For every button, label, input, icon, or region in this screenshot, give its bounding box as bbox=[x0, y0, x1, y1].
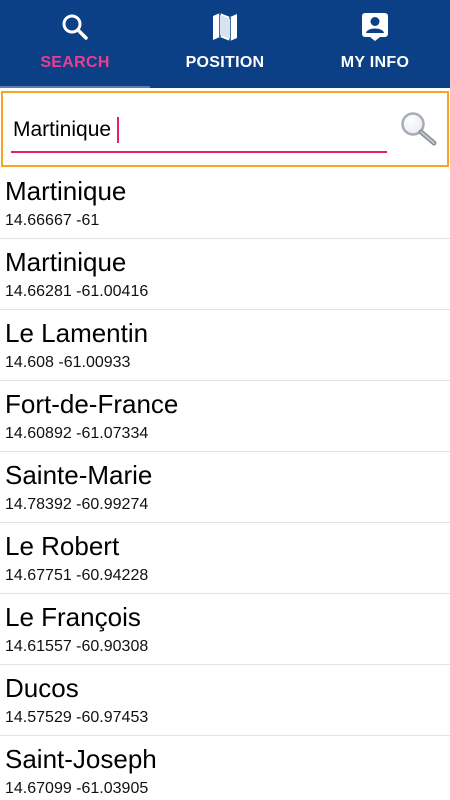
list-item[interactable]: Sainte-Marie 14.78392 -60.99274 bbox=[0, 452, 450, 523]
results-list: Martinique 14.66667 -61 Martinique 14.66… bbox=[0, 168, 450, 800]
place-name: Martinique bbox=[5, 247, 127, 277]
list-item[interactable]: Martinique 14.66281 -61.00416 bbox=[0, 239, 450, 310]
place-coordinates: 14.66667 -61 bbox=[5, 212, 100, 229]
top-tab-bar: SEARCH POSITION MY INFO bbox=[0, 0, 450, 88]
app-root: SEARCH POSITION MY INFO Martinique Marti… bbox=[0, 0, 450, 800]
place-name: Sainte-Marie bbox=[5, 460, 153, 490]
tab-search-label: SEARCH bbox=[40, 54, 110, 71]
search-panel: Martinique bbox=[1, 91, 449, 167]
tab-my-info-label: MY INFO bbox=[340, 54, 410, 71]
place-name: Le François bbox=[5, 602, 141, 632]
place-name: Ducos bbox=[5, 673, 79, 703]
tab-position[interactable]: POSITION bbox=[150, 0, 300, 88]
list-item[interactable]: Ducos 14.57529 -60.97453 bbox=[0, 665, 450, 736]
list-item[interactable]: Le Robert 14.67751 -60.94228 bbox=[0, 523, 450, 594]
tab-position-label: POSITION bbox=[185, 54, 265, 71]
list-item[interactable]: Martinique 14.66667 -61 bbox=[0, 168, 450, 239]
place-name: Saint-Joseph bbox=[5, 744, 157, 774]
place-coordinates: 14.608 -61.00933 bbox=[5, 354, 131, 371]
tab-search[interactable]: SEARCH bbox=[0, 0, 150, 88]
place-coordinates: 14.78392 -60.99274 bbox=[5, 496, 149, 513]
place-name: Fort-de-France bbox=[5, 389, 179, 419]
place-coordinates: 14.67751 -60.94228 bbox=[5, 567, 149, 584]
magnifier-icon bbox=[401, 112, 437, 146]
list-item[interactable]: Le Lamentin 14.608 -61.00933 bbox=[0, 310, 450, 381]
text-caret bbox=[117, 117, 120, 143]
place-name: Martinique bbox=[5, 176, 127, 206]
search-input[interactable]: Martinique bbox=[11, 109, 387, 153]
place-coordinates: 14.60892 -61.07334 bbox=[5, 425, 149, 442]
tab-my-info[interactable]: MY INFO bbox=[300, 0, 450, 88]
place-coordinates: 14.67099 -61.03905 bbox=[5, 780, 149, 797]
place-name: Le Robert bbox=[5, 531, 120, 561]
place-coordinates: 14.57529 -60.97453 bbox=[5, 709, 149, 726]
account-box-icon bbox=[360, 12, 390, 42]
list-item[interactable]: Saint-Joseph 14.67099 -61.03905 bbox=[0, 736, 450, 800]
place-coordinates: 14.66281 -61.00416 bbox=[5, 283, 149, 300]
list-item[interactable]: Le François 14.61557 -60.90308 bbox=[0, 594, 450, 665]
place-name: Le Lamentin bbox=[5, 318, 149, 348]
map-icon bbox=[210, 12, 240, 42]
list-item[interactable]: Fort-de-France 14.60892 -61.07334 bbox=[0, 381, 450, 452]
active-tab-indicator bbox=[0, 86, 150, 88]
search-input-value: Martinique bbox=[13, 118, 112, 141]
search-icon bbox=[60, 12, 90, 42]
place-coordinates: 14.61557 -60.90308 bbox=[5, 638, 149, 655]
search-button[interactable] bbox=[399, 111, 439, 147]
